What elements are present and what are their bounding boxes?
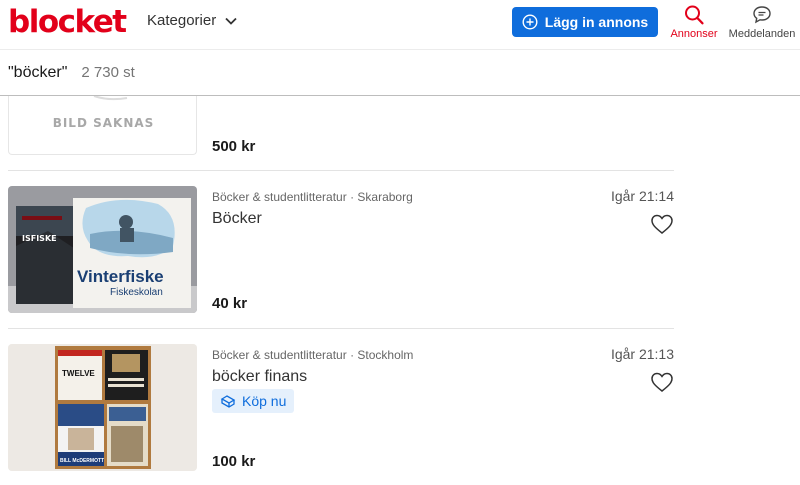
top-navigation: blocket Kategorier Lägg in annons Annons… bbox=[0, 0, 800, 50]
book-photo-image: TWELVE BILL McDERMOTT bbox=[8, 344, 197, 471]
book-cover-text: ISFISKE bbox=[22, 234, 57, 243]
listing-price: 40 kr bbox=[212, 295, 248, 312]
categories-label: Kategorier bbox=[147, 12, 217, 29]
listing-category-location: Böcker & studentlitteratur · Stockholm bbox=[212, 348, 414, 362]
result-count: 2 730 st bbox=[81, 64, 135, 81]
messages-link[interactable]: Meddelanden bbox=[728, 4, 796, 40]
chevron-down-icon bbox=[225, 17, 237, 25]
listing-item[interactable]: BILD SAKNAS 500 kr bbox=[8, 96, 674, 170]
plus-circle-icon bbox=[522, 14, 538, 30]
listing-category-location: Böcker & studentlitteratur · Skaraborg bbox=[212, 190, 413, 204]
listing-item[interactable]: ISFISKE Vinterfiske Fiskeskolan Böcker &… bbox=[8, 171, 674, 328]
chat-bubble-icon bbox=[753, 6, 771, 24]
book-cover-text: TWELVE bbox=[62, 369, 95, 378]
listing-time: Igår 21:13 bbox=[610, 346, 674, 362]
categories-dropdown[interactable]: Kategorier bbox=[147, 12, 238, 29]
post-ad-button[interactable]: Lägg in annons bbox=[512, 7, 658, 37]
listing-price: 100 kr bbox=[212, 453, 256, 470]
listing-title[interactable]: Böcker bbox=[212, 210, 262, 228]
no-photo-text: BILD SAKNAS bbox=[52, 116, 155, 130]
post-ad-label: Lägg in annons bbox=[544, 14, 649, 30]
book-photo-image: ISFISKE Vinterfiske Fiskeskolan bbox=[8, 186, 197, 313]
no-photo-placeholder: BILD SAKNAS bbox=[8, 96, 197, 155]
buy-now-badge[interactable]: Köp nu bbox=[212, 389, 295, 413]
ads-label: Annonser bbox=[670, 28, 718, 40]
listing-item[interactable]: TWELVE BILL McDERMOTT Böcker & studentli… bbox=[8, 329, 674, 485]
ads-search-link[interactable]: Annonser bbox=[670, 4, 718, 40]
buy-now-label: Köp nu bbox=[242, 393, 287, 409]
book-title-text: Vinterfiske bbox=[77, 267, 164, 286]
blocket-logo[interactable]: blocket bbox=[8, 4, 127, 40]
listing-image[interactable]: ISFISKE Vinterfiske Fiskeskolan bbox=[8, 186, 197, 313]
search-summary-bar: "böcker" 2 730 st bbox=[0, 50, 800, 96]
book-subtitle-text: Fiskeskolan bbox=[110, 287, 163, 298]
listing-image[interactable]: TWELVE BILL McDERMOTT bbox=[8, 344, 197, 471]
search-query: "böcker" bbox=[8, 63, 68, 81]
heart-icon[interactable] bbox=[650, 371, 674, 393]
search-icon bbox=[685, 5, 704, 25]
placeholder-shape-icon bbox=[93, 96, 128, 101]
messages-label: Meddelanden bbox=[728, 28, 796, 40]
heart-icon[interactable] bbox=[650, 213, 674, 235]
shipping-tag-icon bbox=[220, 395, 236, 408]
listing-title[interactable]: böcker finans bbox=[212, 368, 307, 386]
listing-price: 500 kr bbox=[212, 138, 256, 155]
book-author-text: BILL McDERMOTT bbox=[60, 458, 104, 464]
listing-time: Igår 21:14 bbox=[610, 188, 674, 204]
